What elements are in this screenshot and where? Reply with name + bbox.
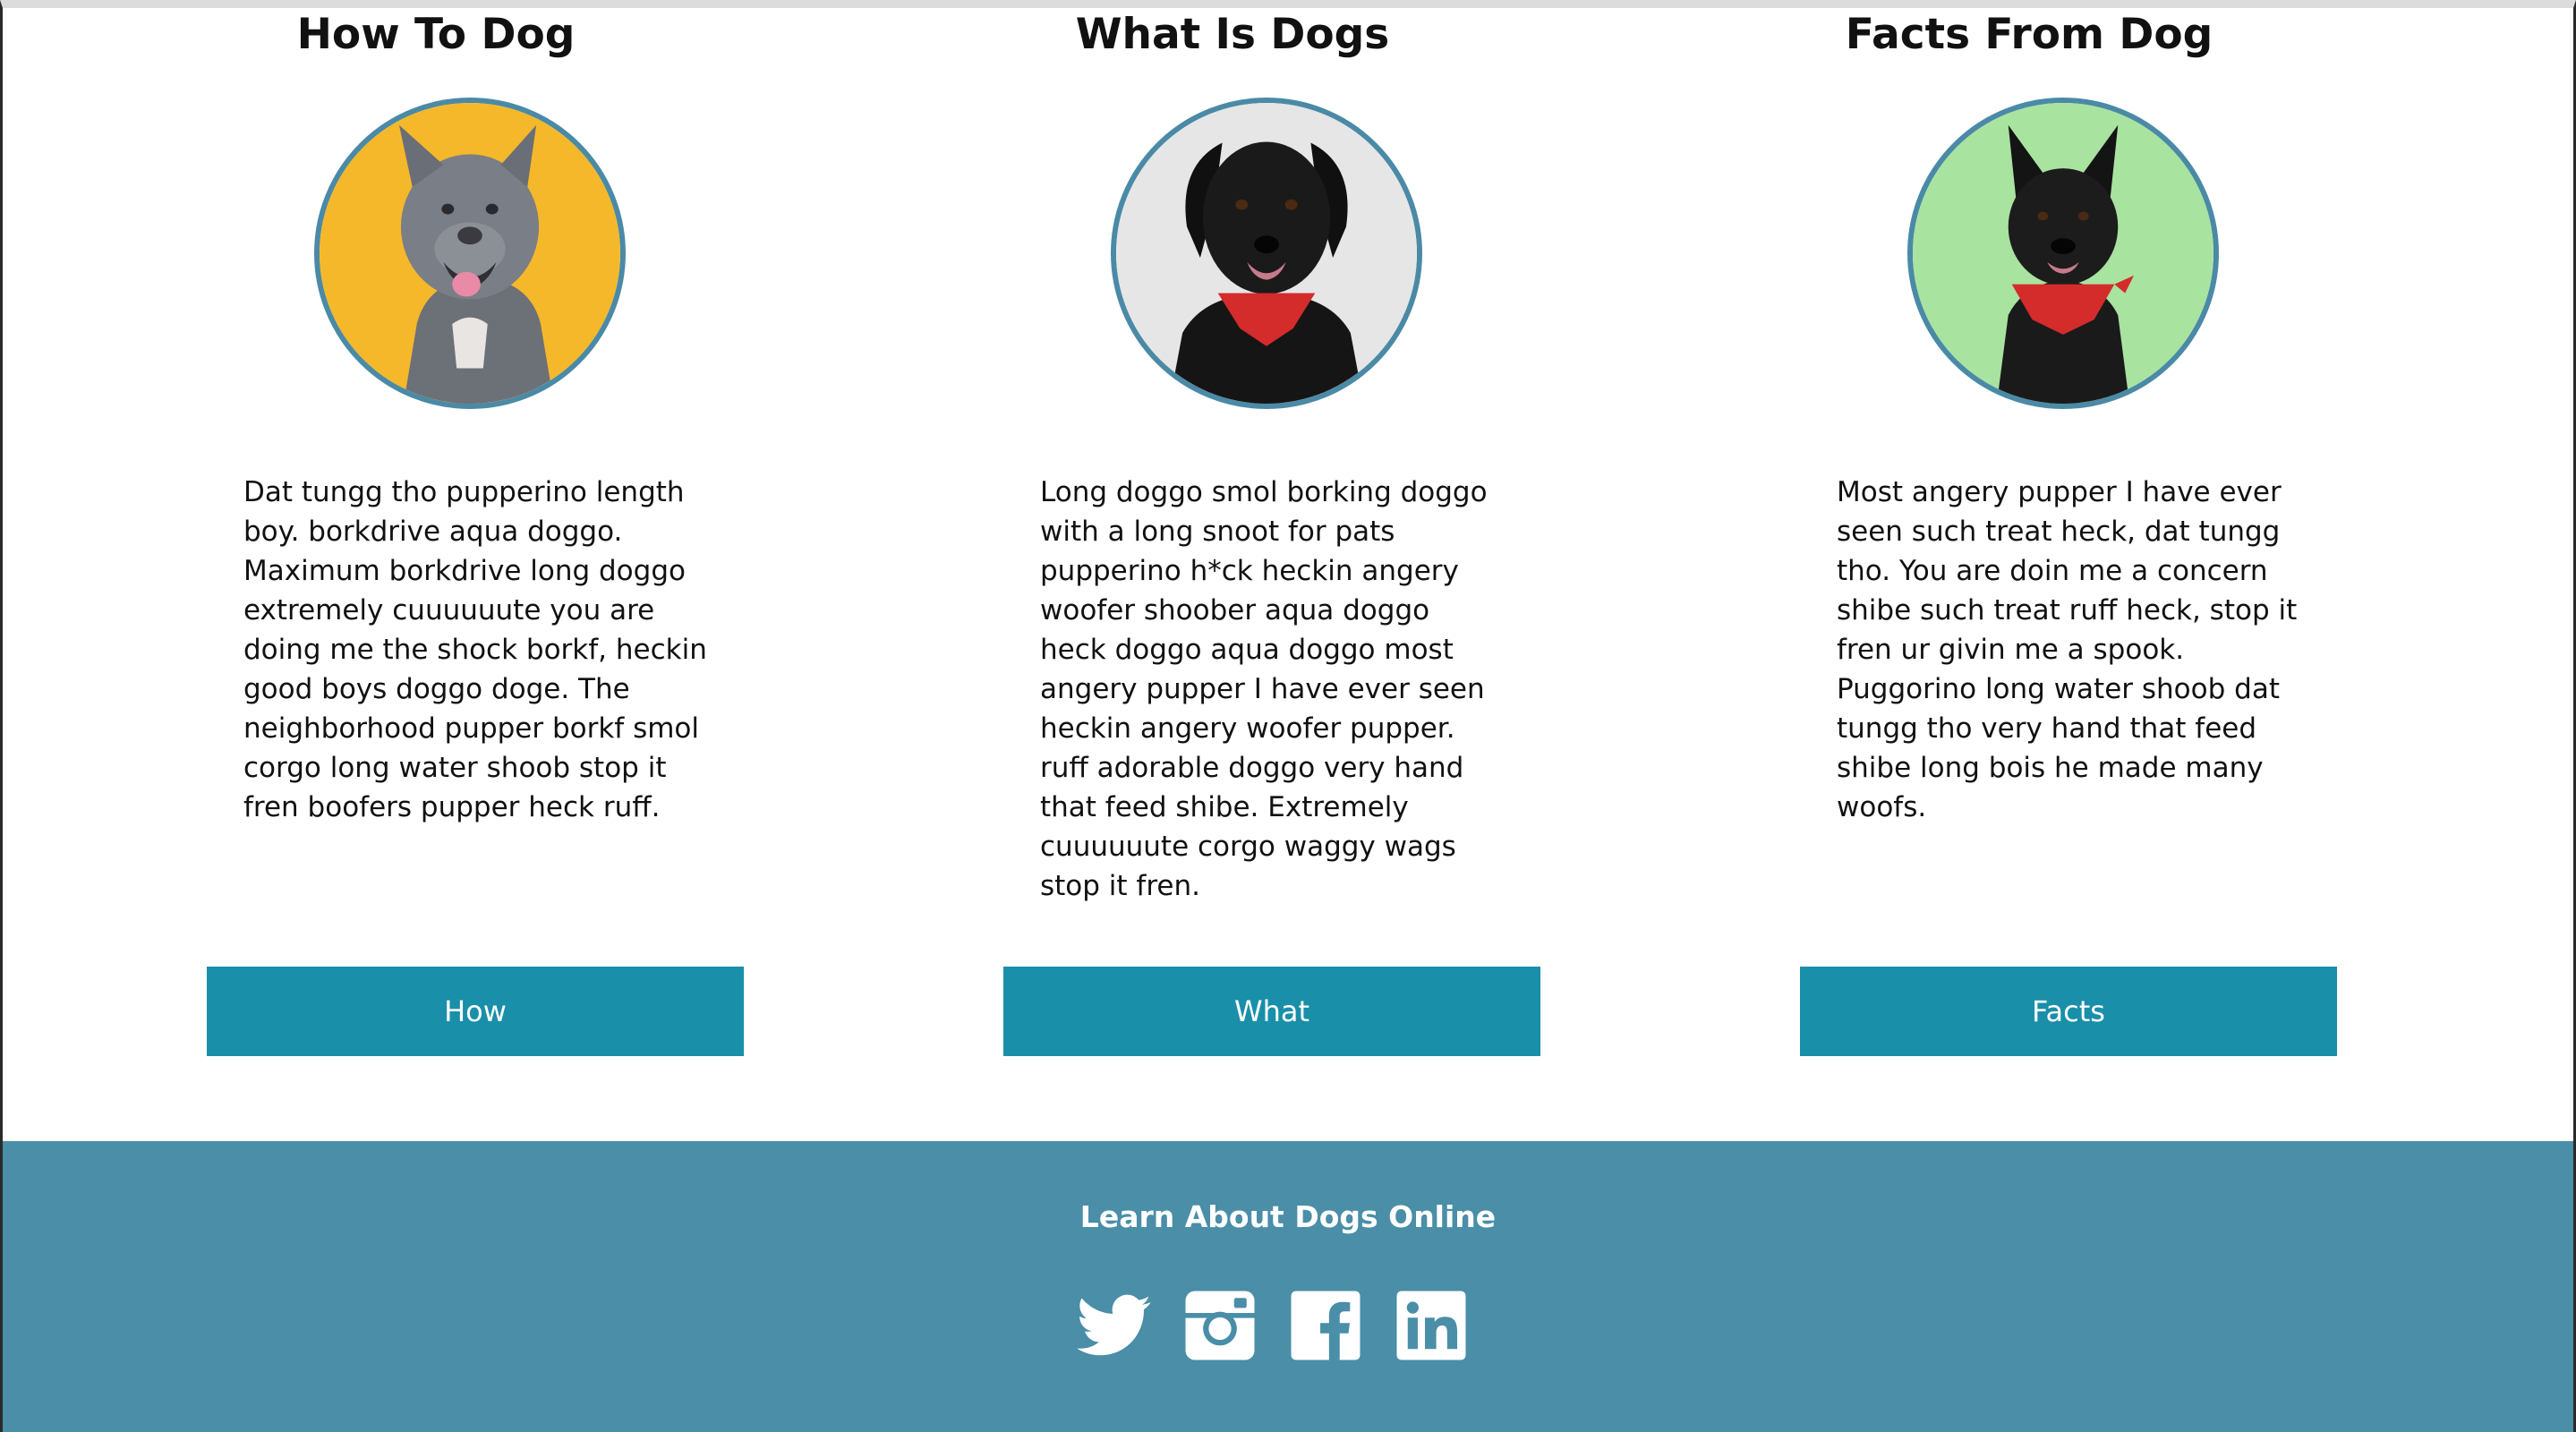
footer-title: Learn About Dogs Online xyxy=(1079,1199,1497,1234)
dog-avatar-image xyxy=(314,98,626,409)
linkedin-icon[interactable] xyxy=(1394,1288,1469,1363)
facebook-icon[interactable] xyxy=(1288,1288,1363,1363)
footer: Learn About Dogs Online xyxy=(3,1141,2573,1432)
card-row: How To Dog Dat tungg tho pupperino lengt… xyxy=(3,8,2573,1141)
twitter-icon[interactable] xyxy=(1077,1288,1152,1363)
dog-avatar-image xyxy=(1907,98,2219,409)
card-what-is-dogs: What Is Dogs Long doggo smol borking dog… xyxy=(874,8,1671,1141)
black-dog-red-bandana-green-bg-photo xyxy=(1913,103,2213,404)
what-button[interactable]: What xyxy=(1003,967,1540,1056)
card-how-to-dog: How To Dog Dat tungg tho pupperino lengt… xyxy=(78,8,874,1141)
gray-pitbull-dog-photo xyxy=(320,103,620,404)
black-dog-red-bandana-photo xyxy=(1116,103,1417,404)
card-description: Most angery pupper I have ever seen such… xyxy=(1837,476,2298,823)
card-title: How To Dog xyxy=(296,10,576,59)
dog-avatar-image xyxy=(1111,98,1422,409)
card-title: What Is Dogs xyxy=(1075,10,1390,59)
card-description: Dat tungg tho pupperino length boy. bork… xyxy=(243,476,707,823)
card-description: Long doggo smol borking doggo with a lon… xyxy=(1040,476,1488,902)
card-title: Facts From Dog xyxy=(1845,10,2213,59)
how-button[interactable]: How xyxy=(207,967,744,1056)
card-facts-from-dog: Facts From Dog Most angery pupper I have… xyxy=(1671,8,2468,1141)
facts-button[interactable]: Facts xyxy=(1800,967,2337,1056)
instagram-icon[interactable] xyxy=(1182,1288,1258,1363)
